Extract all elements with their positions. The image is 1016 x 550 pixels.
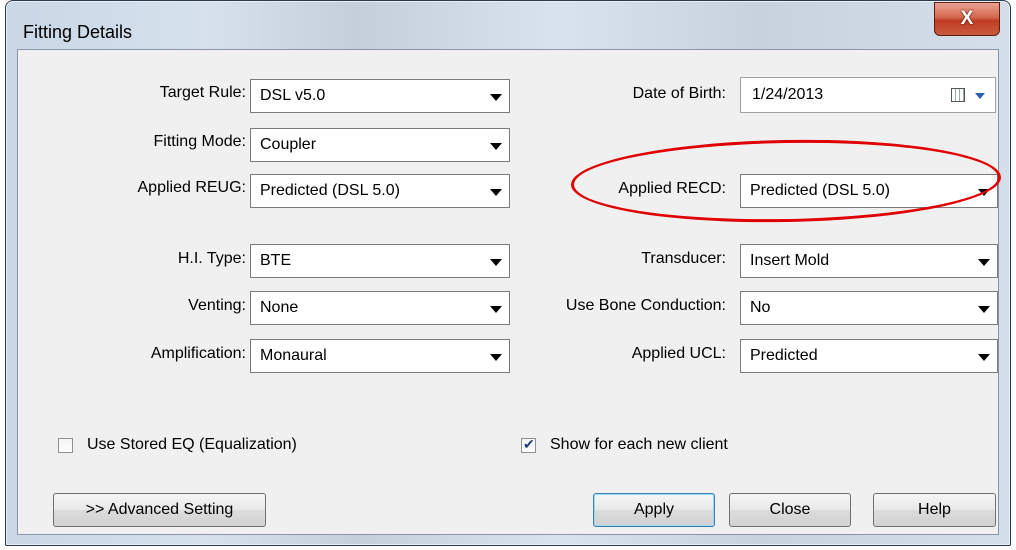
chevron-down-icon: [490, 143, 502, 150]
chevron-down-icon: [978, 259, 990, 266]
chevron-down-icon: [490, 306, 502, 313]
hi-type-label: H.I. Type:: [177, 250, 246, 267]
show-each-client-checkbox[interactable]: [521, 436, 536, 453]
chevron-down-icon: [978, 306, 990, 313]
target-rule-value: DSL v5.0: [260, 87, 326, 104]
hi-type-select[interactable]: BTE: [250, 244, 510, 278]
help-button[interactable]: Help: [873, 493, 996, 527]
hi-type-value: BTE: [260, 252, 292, 269]
stored-eq-checkbox[interactable]: [58, 437, 73, 453]
close-button[interactable]: Close: [729, 493, 851, 527]
advanced-setting-button[interactable]: >> Advanced Setting: [53, 493, 266, 527]
target-rule-select[interactable]: DSL v5.0: [250, 79, 510, 113]
fitting-mode-label: Fitting Mode:: [153, 133, 246, 150]
apply-button[interactable]: Apply: [593, 493, 715, 527]
advanced-setting-label: >> Advanced Setting: [85, 501, 234, 518]
chevron-down-icon: [490, 354, 502, 361]
applied-ucl-select[interactable]: Predicted: [740, 339, 998, 373]
amplification-label: Amplification:: [150, 345, 246, 362]
window-title: Fitting Details: [23, 22, 133, 42]
applied-ucl-value: Predicted: [750, 347, 818, 364]
transducer-select[interactable]: Insert Mold: [740, 244, 998, 278]
target-rule-label: Target Rule:: [159, 84, 246, 101]
applied-reug-value: Predicted (DSL 5.0): [260, 182, 400, 199]
dialog-window: Fitting Details X Target Rule: DSL v5.0 …: [5, 0, 1011, 546]
venting-label: Venting:: [188, 297, 246, 314]
stored-eq-label: Use Stored EQ (Equalization): [87, 436, 297, 453]
applied-ucl-label: Applied UCL:: [631, 345, 726, 362]
bone-conduction-label: Use Bone Conduction:: [565, 297, 726, 314]
chevron-down-icon[interactable]: [975, 93, 985, 99]
amplification-value: Monaural: [260, 347, 327, 364]
venting-select[interactable]: None: [250, 291, 510, 325]
transducer-label: Transducer:: [641, 250, 726, 267]
chevron-down-icon: [490, 259, 502, 266]
apply-label: Apply: [633, 501, 675, 518]
applied-reug-label: Applied REUG:: [137, 179, 247, 196]
applied-reug-select[interactable]: Predicted (DSL 5.0): [250, 174, 510, 208]
date-of-birth-value: 1/24/2013: [752, 86, 824, 103]
close-window-button[interactable]: X: [934, 2, 1000, 36]
close-icon: X: [960, 8, 974, 29]
help-label: Help: [918, 501, 951, 518]
date-of-birth-picker[interactable]: 1/24/2013: [740, 77, 996, 113]
transducer-value: Insert Mold: [750, 252, 830, 269]
dialog-body: Target Rule: DSL v5.0 Fitting Mode: Coup…: [17, 49, 999, 535]
bone-conduction-select[interactable]: No: [740, 291, 998, 325]
stored-eq-checkbox-row[interactable]: Use Stored EQ (Equalization): [58, 436, 297, 454]
venting-value: None: [260, 299, 299, 316]
amplification-select[interactable]: Monaural: [250, 339, 510, 373]
chevron-down-icon: [490, 189, 502, 196]
fitting-mode-value: Coupler: [260, 136, 317, 153]
chevron-down-icon: [490, 94, 502, 101]
fitting-mode-select[interactable]: Coupler: [250, 128, 510, 162]
calendar-icon[interactable]: [951, 88, 965, 102]
show-each-client-checkbox-row[interactable]: Show for each new client: [521, 436, 728, 454]
bone-conduction-value: No: [750, 299, 771, 316]
chevron-down-icon: [978, 354, 990, 361]
close-label: Close: [769, 501, 811, 518]
show-each-client-label: Show for each new client: [550, 436, 728, 453]
date-of-birth-label: Date of Birth:: [632, 85, 726, 102]
